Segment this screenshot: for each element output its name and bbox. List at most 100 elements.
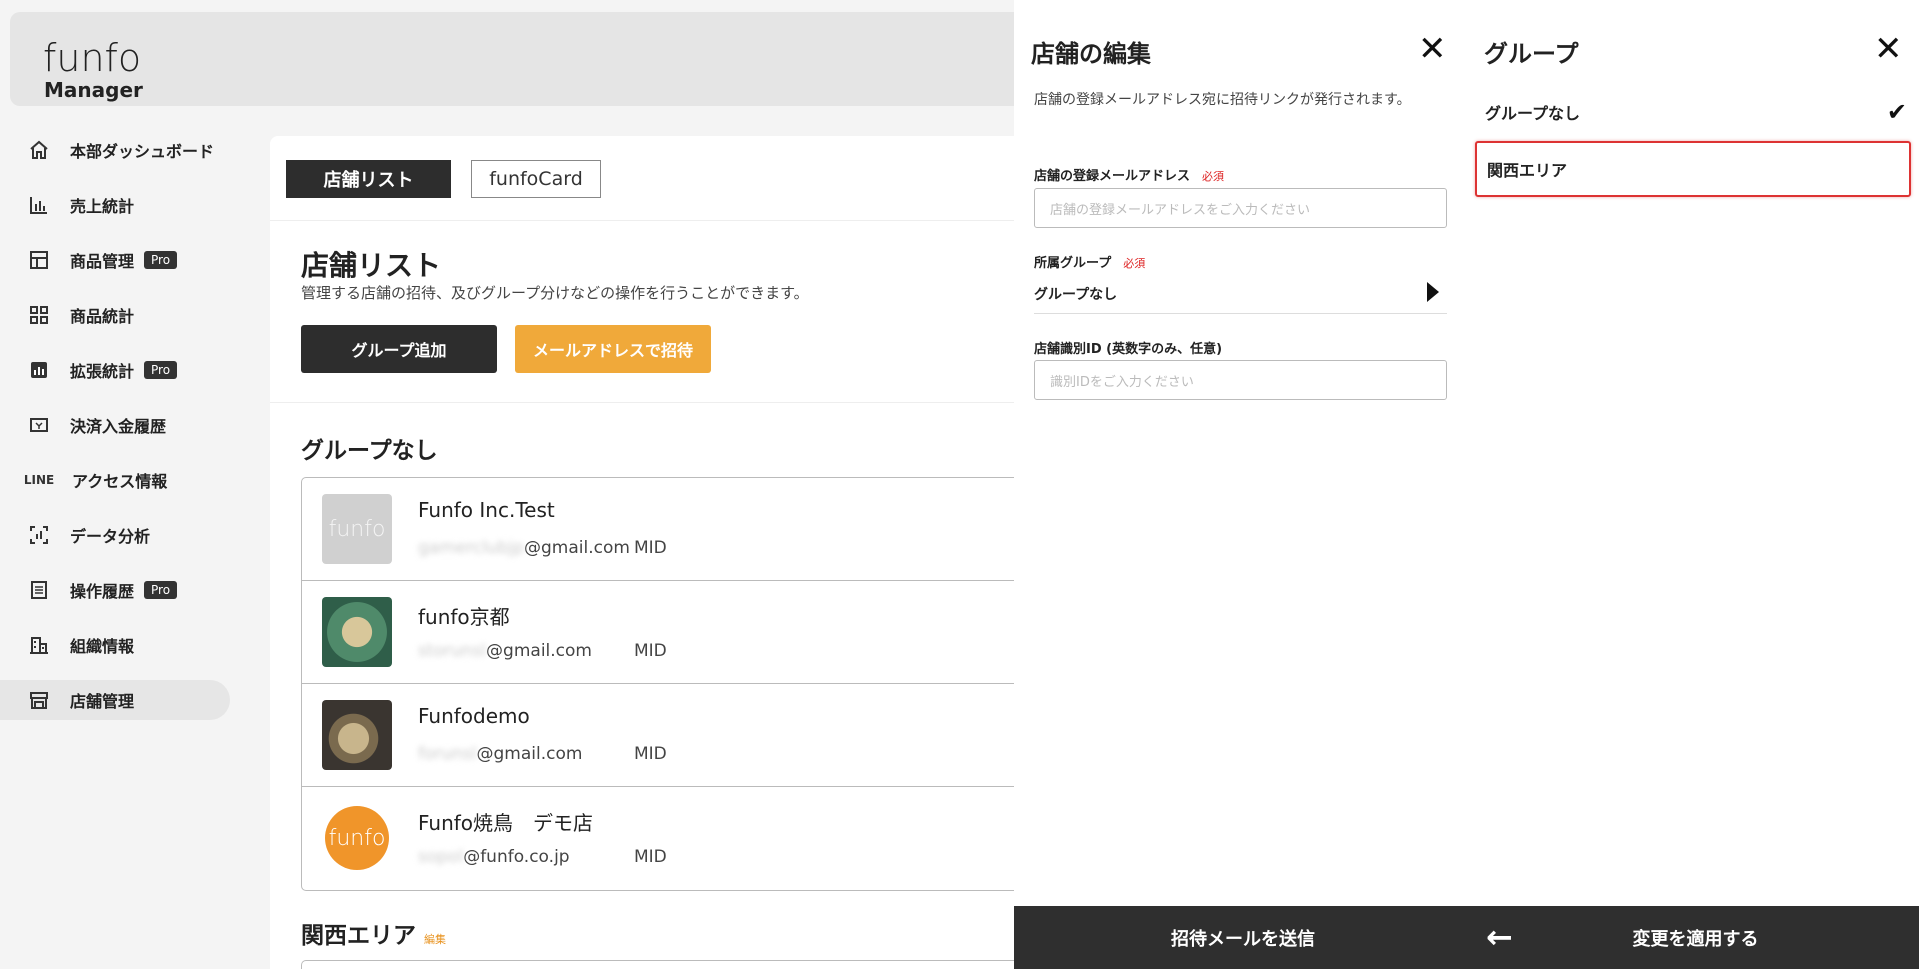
sidebar-item-product-stats[interactable]: 商品統計 [0, 295, 230, 335]
group-select-panel: グループ ✕ グループなし ✔ 関西エリア 変更を適用する ← [1472, 0, 1919, 969]
chart-box-icon [28, 359, 50, 381]
tab-funfocard[interactable]: funfoCard [471, 160, 601, 198]
apply-bar: 変更を適用する ← [1472, 906, 1919, 969]
sidebar: funfo Manager 本部ダッシュボード 売上統計 商品管理 Pro 商品… [0, 0, 1026, 969]
sidebar-item-label: 商品統計 [70, 307, 135, 326]
panel-description: 店舗の登録メールアドレス宛に招待リンクが発行されます。 [1034, 92, 1411, 108]
email-field[interactable]: 店舗の登録メールアドレスをご入力ください [1034, 188, 1447, 228]
building-icon [28, 634, 50, 656]
panel-title: グループ [1484, 40, 1579, 68]
store-mid: MID [634, 744, 667, 764]
group-select-value: グループなし [1034, 287, 1118, 303]
divider [270, 220, 1020, 221]
sidebar-item-label: 本部ダッシュボード [70, 142, 215, 161]
group-select[interactable]: グループなし [1034, 278, 1447, 314]
funfo-logo: funfo [43, 36, 142, 80]
add-group-button[interactable]: グループ追加 [301, 325, 497, 373]
store-list [301, 960, 1031, 969]
close-icon[interactable]: ✕ [1874, 32, 1903, 66]
group-option-label: 関西エリア [1487, 161, 1568, 180]
layout-icon [28, 249, 50, 271]
close-icon[interactable]: ✕ [1418, 32, 1447, 66]
invite-by-email-button[interactable]: メールアドレスで招待 [515, 325, 711, 373]
store-name: Funfo焼鳥 デモ店 [418, 811, 594, 835]
email-domain: @gmail.com [524, 538, 630, 558]
sidebar-item-payments[interactable]: 決済入金履歴 [0, 405, 230, 445]
sidebar-item-extended-stats[interactable]: 拡張統計 Pro [0, 350, 230, 390]
sidebar-item-organization[interactable]: 組織情報 [0, 625, 230, 665]
sidebar-item-dashboard[interactable]: 本部ダッシュボード [0, 130, 230, 170]
funfo-logo-circle: funfo [325, 806, 389, 870]
store-email: gamerclubjp@gmail.com [418, 538, 630, 558]
send-invite-button[interactable]: 招待メールを送信 [1014, 906, 1472, 969]
store-list: funfo Funfo Inc.Test gamerclubjp@gmail.c… [301, 477, 1031, 891]
pro-badge: Pro [144, 581, 178, 599]
edit-group-link[interactable]: 編集 [424, 933, 446, 946]
id-field[interactable]: 識別IDをご入力ください [1034, 360, 1447, 400]
page-title: 店舗リスト [301, 249, 442, 282]
sidebar-item-label: 商品管理 [70, 252, 135, 271]
sidebar-nav: 本部ダッシュボード 売上統計 商品管理 Pro 商品統計 拡張統計 Pro 決済… [0, 130, 230, 735]
required-mark: 必須 [1202, 170, 1225, 183]
store-mid: MID [634, 641, 667, 661]
store-icon [28, 689, 50, 711]
apply-changes-button[interactable]: 変更を適用する [1472, 906, 1919, 969]
blurred-email-local: gamerclubjp [418, 538, 524, 558]
store-name: funfo京都 [418, 605, 510, 629]
sidebar-item-label: 拡張統計 [70, 362, 135, 381]
sidebar-item-sales[interactable]: 売上統計 [0, 185, 230, 225]
store-row[interactable]: funfo京都 storunsl@gmail.com MID [302, 581, 1030, 684]
required-mark: 必須 [1123, 257, 1146, 270]
sidebar-item-analysis[interactable]: データ分析 [0, 515, 230, 555]
sidebar-item-label: データ分析 [70, 527, 151, 546]
store-row[interactable]: funfo Funfo焼鳥 デモ店 sopol@funfo.co.jp MID [302, 787, 1030, 890]
main-content: 店舗リスト funfoCard 店舗リスト 管理する店舗の招待、及びグループ分け… [270, 136, 1031, 969]
sidebar-item-history[interactable]: 操作履歴 Pro [0, 570, 230, 610]
checkmark-icon: ✔ [1886, 98, 1907, 126]
home-icon [28, 139, 50, 161]
pro-badge: Pro [144, 361, 178, 379]
pro-badge: Pro [144, 251, 178, 269]
sidebar-item-label: 決済入金履歴 [70, 417, 167, 436]
email-domain: @funfo.co.jp [463, 847, 570, 867]
store-email: sopol@funfo.co.jp [418, 847, 570, 867]
grid-icon [28, 304, 50, 326]
group-option-none[interactable]: グループなし ✔ [1475, 84, 1911, 140]
list-icon [28, 579, 50, 601]
store-row[interactable]: Funfodemo forunsl@gmail.com MID [302, 684, 1030, 787]
page-description: 管理する店舗の招待、及びグループ分けなどの操作を行うことができます。 [301, 284, 809, 302]
divider [270, 402, 1020, 403]
email-label-text: 店舗の登録メールアドレス [1034, 169, 1191, 184]
sidebar-item-label: 組織情報 [70, 637, 135, 656]
blurred-email-local: storunsl [418, 641, 487, 661]
email-label: 店舗の登録メールアドレス 必須 [1034, 165, 1224, 184]
sidebar-item-access[interactable]: LINE アクセス情報 [0, 460, 230, 500]
store-row[interactable]: funfo Funfo Inc.Test gamerclubjp@gmail.c… [302, 478, 1030, 581]
sidebar-item-label: 売上統計 [70, 197, 135, 216]
sidebar-item-products[interactable]: 商品管理 Pro [0, 240, 230, 280]
bar-chart-icon [28, 194, 50, 216]
group-label: 所属グループ 必須 [1034, 252, 1145, 271]
id-label: 店舗識別ID (英数字のみ、任意) [1034, 342, 1223, 357]
header-bar: funfo Manager [10, 12, 1026, 106]
sidebar-item-label: 操作履歴 [70, 582, 135, 601]
store-name: Funfodemo [418, 704, 530, 728]
line-icon: LINE [23, 473, 55, 487]
store-name: Funfo Inc.Test [418, 498, 555, 522]
group-option-label: グループなし [1485, 104, 1581, 123]
store-email: forunsl@gmail.com [418, 744, 582, 764]
payment-icon [28, 414, 50, 436]
group-option-kansai[interactable]: 関西エリア [1475, 141, 1911, 197]
blurred-email-local: forunsl [418, 744, 477, 764]
store-thumbnail: funfo [322, 494, 392, 564]
store-mid: MID [634, 847, 667, 867]
group-title-none: グループなし [301, 438, 438, 464]
logo-subtitle: Manager [44, 78, 143, 102]
group-label-text: 所属グループ [1034, 256, 1112, 271]
analysis-icon [28, 524, 50, 546]
edit-store-panel: 店舗の編集 ✕ 店舗の登録メールアドレス宛に招待リンクが発行されます。 店舗の登… [1014, 0, 1472, 969]
back-arrow-icon[interactable]: ← [1486, 918, 1513, 956]
tab-store-list[interactable]: 店舗リスト [286, 160, 451, 198]
sidebar-item-label: 店舗管理 [70, 692, 135, 711]
sidebar-item-stores[interactable]: 店舗管理 [0, 680, 230, 720]
